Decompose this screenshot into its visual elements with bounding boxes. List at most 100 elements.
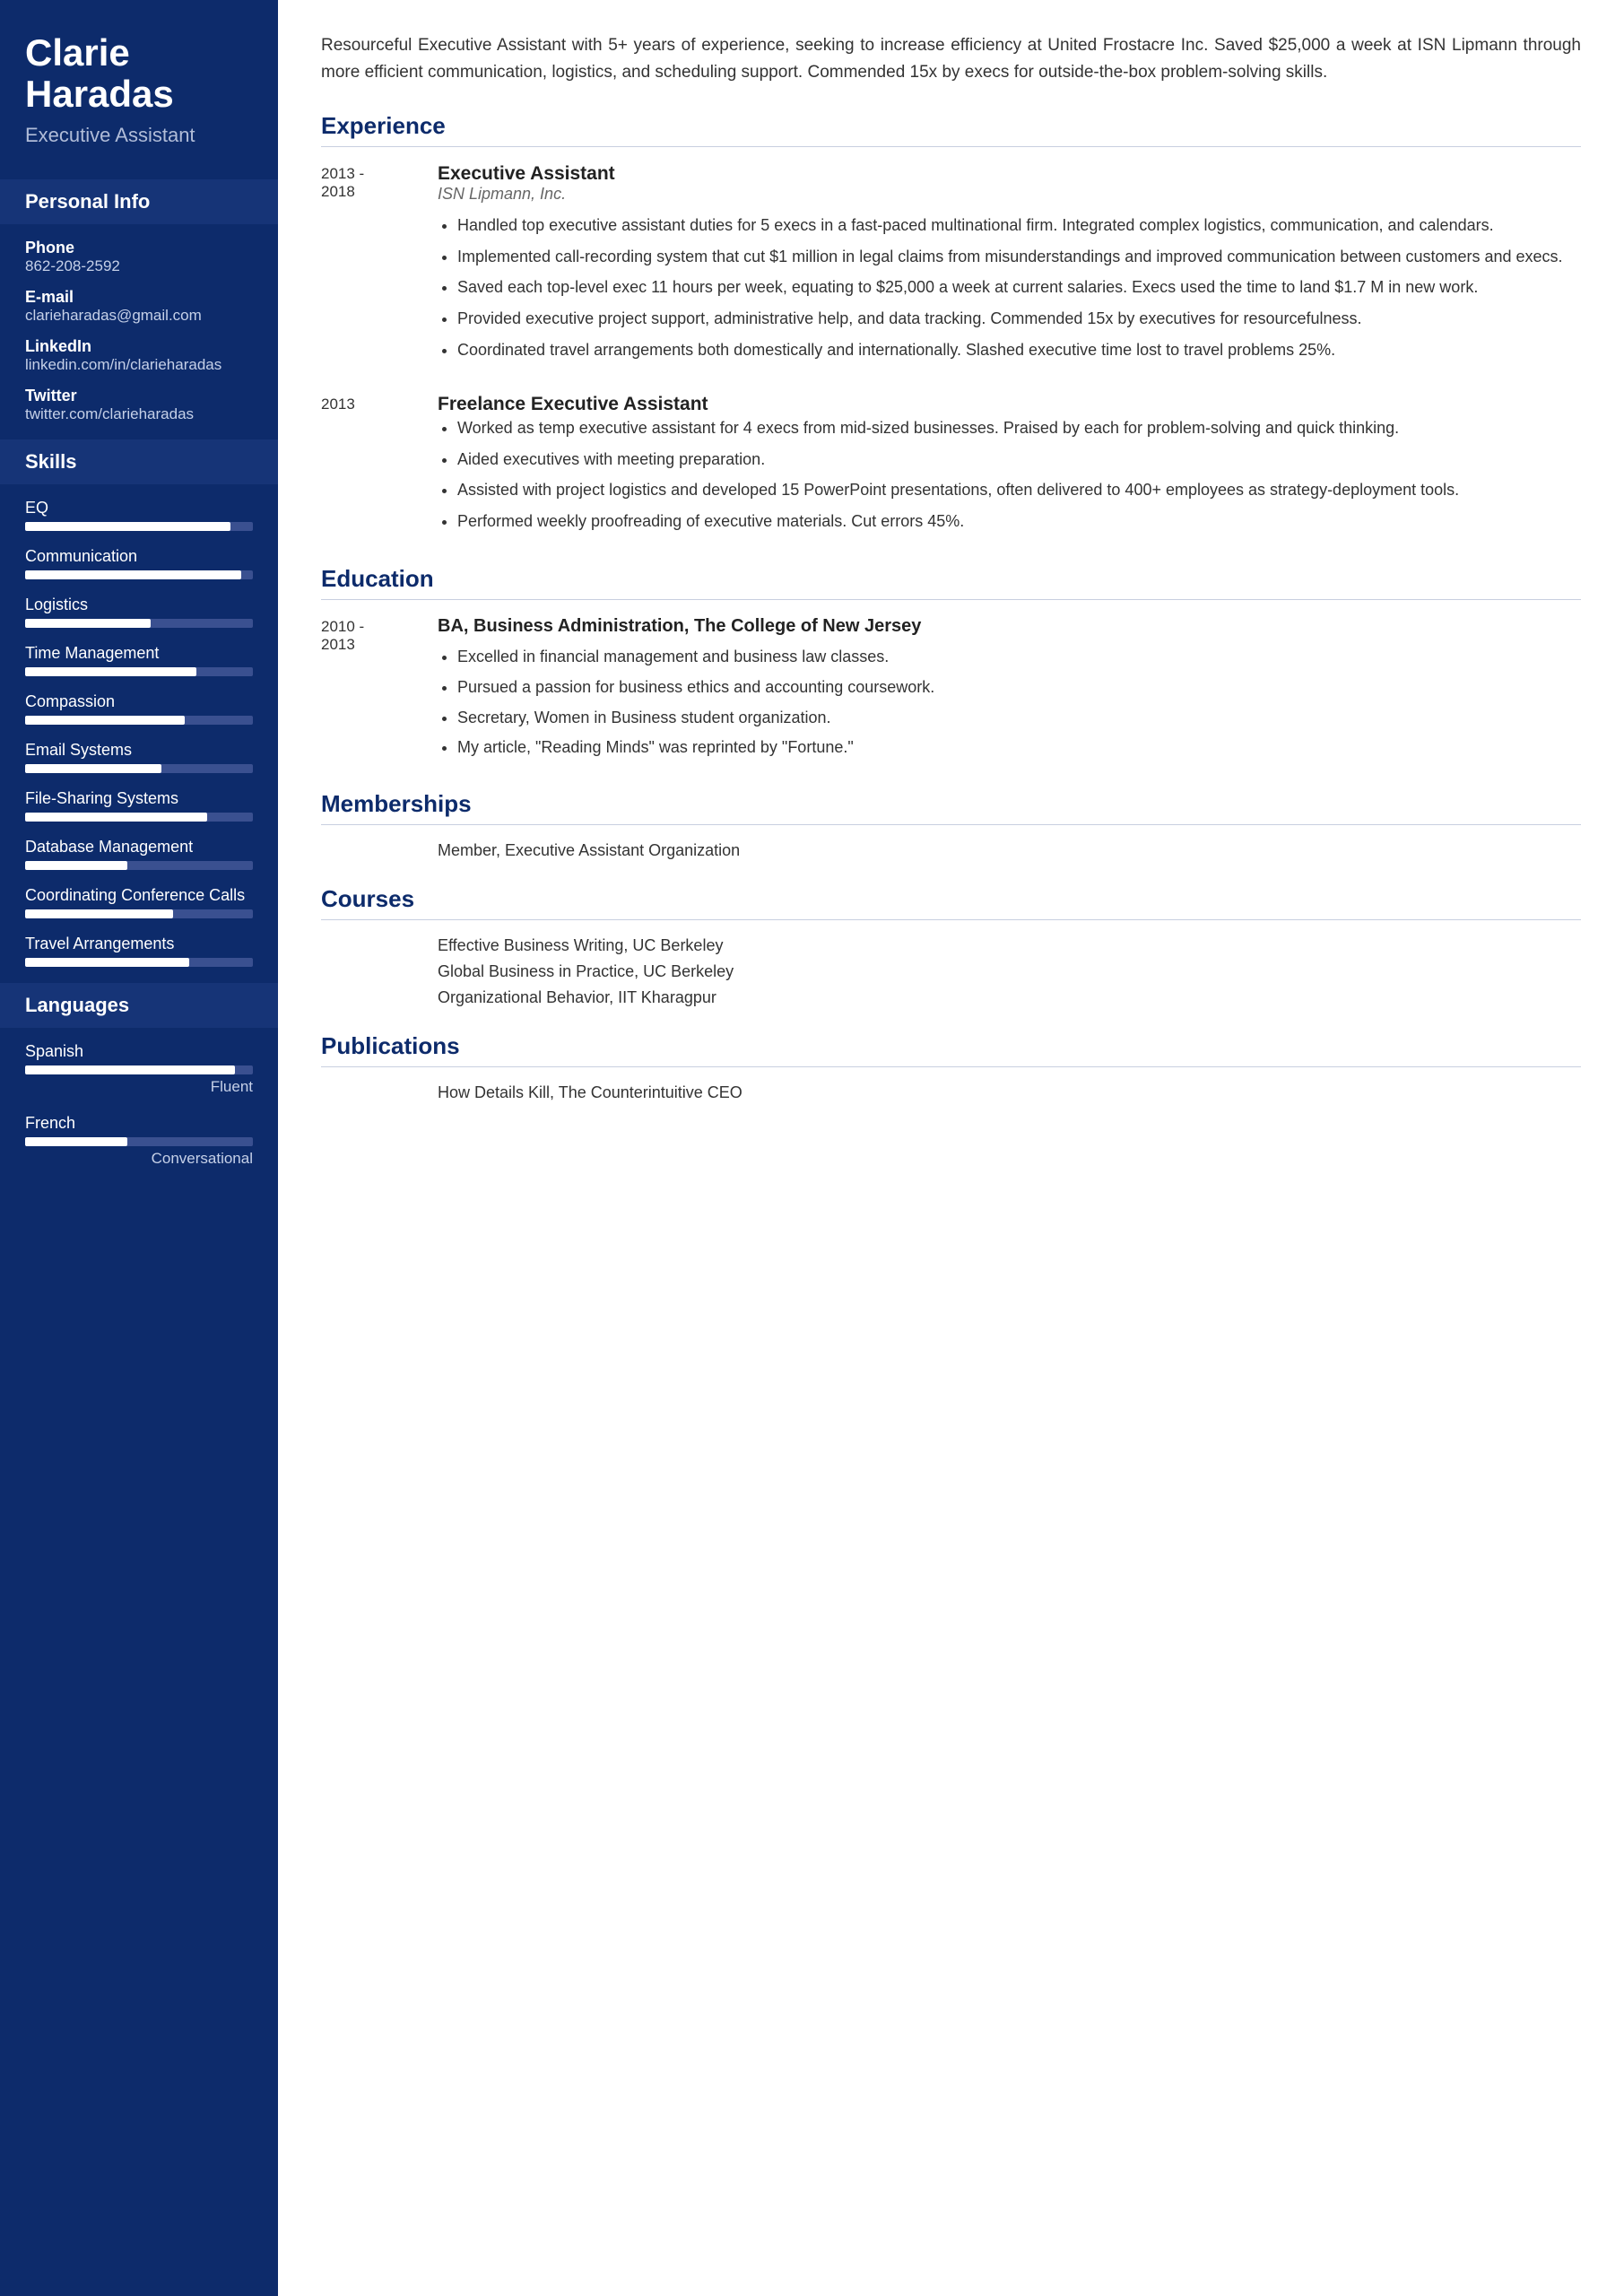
skill-item: Email Systems bbox=[25, 741, 253, 773]
experience-container: 2013 -2018 Executive Assistant ISN Lipma… bbox=[321, 163, 1581, 540]
exp-bullet: Provided executive project support, admi… bbox=[457, 306, 1581, 332]
skill-name: EQ bbox=[25, 499, 253, 517]
skill-bar-fill bbox=[25, 522, 230, 531]
skill-bar-bg bbox=[25, 813, 253, 822]
edu-bullet: Pursued a passion for business ethics an… bbox=[457, 674, 1581, 700]
summary-text: Resourceful Executive Assistant with 5+ … bbox=[321, 32, 1581, 87]
candidate-name: ClarieHaradas bbox=[25, 32, 253, 115]
courses-heading: Courses bbox=[321, 885, 1581, 920]
skill-name: Travel Arrangements bbox=[25, 935, 253, 953]
personal-info-heading: Personal Info bbox=[0, 179, 278, 224]
skill-bar-bg bbox=[25, 909, 253, 918]
skill-bar-bg bbox=[25, 764, 253, 773]
twitter-item: Twitter twitter.com/clarieharadas bbox=[25, 387, 253, 423]
membership-item: Member, Executive Assistant Organization bbox=[321, 841, 1581, 860]
exp-dates: 2013 -2018 bbox=[321, 163, 438, 369]
sidebar-header: ClarieHaradas Executive Assistant bbox=[0, 0, 278, 163]
edu-content: BA, Business Administration, The College… bbox=[438, 616, 1581, 765]
twitter-value: twitter.com/clarieharadas bbox=[25, 405, 253, 423]
languages-section: Languages Spanish Fluent French Conversa… bbox=[0, 983, 278, 1168]
experience-block: 2013 Freelance Executive Assistant Worke… bbox=[321, 394, 1581, 540]
exp-bullet: Assisted with project logistics and deve… bbox=[457, 477, 1581, 503]
exp-bullet: Implemented call-recording system that c… bbox=[457, 244, 1581, 270]
skill-item: EQ bbox=[25, 499, 253, 531]
skill-name: Communication bbox=[25, 547, 253, 566]
edu-degree: BA, Business Administration, The College… bbox=[438, 616, 1581, 637]
skill-bar-bg bbox=[25, 667, 253, 676]
edu-dates: 2010 -2013 bbox=[321, 616, 438, 765]
experience-heading: Experience bbox=[321, 112, 1581, 147]
linkedin-value: linkedin.com/in/clarieharadas bbox=[25, 356, 253, 374]
email-item: E-mail clarieharadas@gmail.com bbox=[25, 288, 253, 325]
skill-item: Compassion bbox=[25, 692, 253, 725]
skill-bar-fill bbox=[25, 619, 151, 628]
skill-item: Database Management bbox=[25, 838, 253, 870]
skills-section: Skills EQ Communication Logistics Time M… bbox=[0, 439, 278, 967]
language-bar-row: Conversational bbox=[25, 1137, 253, 1168]
courses-container: Effective Business Writing, UC BerkeleyG… bbox=[321, 936, 1581, 1007]
language-bar-fill bbox=[25, 1065, 235, 1074]
edu-bullet: My article, "Reading Minds" was reprinte… bbox=[457, 735, 1581, 761]
education-container: 2010 -2013 BA, Business Administration, … bbox=[321, 616, 1581, 765]
experience-block: 2013 -2018 Executive Assistant ISN Lipma… bbox=[321, 163, 1581, 369]
skill-name: File-Sharing Systems bbox=[25, 789, 253, 808]
skill-bar-bg bbox=[25, 522, 253, 531]
phone-value: 862-208-2592 bbox=[25, 257, 253, 275]
language-item: Spanish Fluent bbox=[25, 1042, 253, 1096]
exp-bullet: Worked as temp executive assistant for 4… bbox=[457, 415, 1581, 441]
memberships-container: Member, Executive Assistant Organization bbox=[321, 841, 1581, 860]
exp-bullet: Aided executives with meeting preparatio… bbox=[457, 447, 1581, 473]
skill-bar-fill bbox=[25, 716, 185, 725]
exp-job-title: Freelance Executive Assistant bbox=[438, 394, 1581, 415]
sidebar: ClarieHaradas Executive Assistant Person… bbox=[0, 0, 278, 2296]
memberships-heading: Memberships bbox=[321, 790, 1581, 825]
skill-bar-fill bbox=[25, 861, 127, 870]
language-bar-bg bbox=[25, 1065, 253, 1074]
linkedin-label: LinkedIn bbox=[25, 337, 253, 356]
languages-heading: Languages bbox=[0, 983, 278, 1028]
exp-content: Freelance Executive Assistant Worked as … bbox=[438, 394, 1581, 540]
skill-bar-bg bbox=[25, 861, 253, 870]
skill-bar-bg bbox=[25, 958, 253, 967]
education-heading: Education bbox=[321, 565, 1581, 600]
skill-bar-fill bbox=[25, 570, 241, 579]
education-block: 2010 -2013 BA, Business Administration, … bbox=[321, 616, 1581, 765]
exp-bullets-list: Worked as temp executive assistant for 4… bbox=[438, 415, 1581, 535]
course-item: Organizational Behavior, IIT Kharagpur bbox=[438, 988, 1581, 1007]
skill-name: Database Management bbox=[25, 838, 253, 857]
publications-container: How Details Kill, The Counterintuitive C… bbox=[321, 1083, 1581, 1102]
skill-name: Compassion bbox=[25, 692, 253, 711]
skills-heading: Skills bbox=[0, 439, 278, 484]
language-level: Fluent bbox=[211, 1078, 253, 1096]
language-name: Spanish bbox=[25, 1042, 253, 1061]
courses-block: Effective Business Writing, UC BerkeleyG… bbox=[321, 936, 1581, 1007]
exp-bullet: Saved each top-level exec 11 hours per w… bbox=[457, 274, 1581, 300]
exp-dates: 2013 bbox=[321, 394, 438, 540]
skill-name: Coordinating Conference Calls bbox=[25, 886, 253, 905]
skill-item: Coordinating Conference Calls bbox=[25, 886, 253, 918]
skill-item: Logistics bbox=[25, 596, 253, 628]
skill-name: Email Systems bbox=[25, 741, 253, 760]
edu-bullets-list: Excelled in financial management and bus… bbox=[438, 644, 1581, 761]
exp-content: Executive Assistant ISN Lipmann, Inc. Ha… bbox=[438, 163, 1581, 369]
exp-job-title: Executive Assistant bbox=[438, 163, 1581, 185]
language-bar-bg bbox=[25, 1137, 253, 1146]
skill-item: Communication bbox=[25, 547, 253, 579]
publication-item: How Details Kill, The Counterintuitive C… bbox=[321, 1083, 1581, 1102]
skill-bar-fill bbox=[25, 667, 196, 676]
phone-item: Phone 862-208-2592 bbox=[25, 239, 253, 275]
exp-bullet: Handled top executive assistant duties f… bbox=[457, 213, 1581, 239]
language-name: French bbox=[25, 1114, 253, 1133]
skill-name: Time Management bbox=[25, 644, 253, 663]
edu-bullet: Secretary, Women in Business student org… bbox=[457, 705, 1581, 731]
course-item: Global Business in Practice, UC Berkeley bbox=[438, 962, 1581, 981]
language-level: Conversational bbox=[152, 1150, 253, 1168]
skill-bar-bg bbox=[25, 619, 253, 628]
publications-heading: Publications bbox=[321, 1032, 1581, 1067]
email-value: clarieharadas@gmail.com bbox=[25, 307, 253, 325]
main-content: Resourceful Executive Assistant with 5+ … bbox=[278, 0, 1624, 2296]
membership-text: Member, Executive Assistant Organization bbox=[438, 841, 740, 860]
skills-content: EQ Communication Logistics Time Manageme… bbox=[0, 484, 278, 967]
skill-item: File-Sharing Systems bbox=[25, 789, 253, 822]
personal-info-section: Personal Info Phone 862-208-2592 E-mail … bbox=[0, 179, 278, 423]
